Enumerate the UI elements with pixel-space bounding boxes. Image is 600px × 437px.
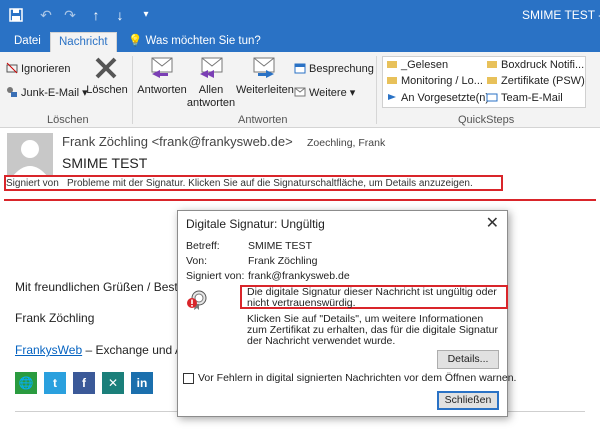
up-arrow-icon[interactable]: ↑	[88, 7, 104, 23]
loeschen-group-label: Löschen	[47, 114, 89, 126]
quickstep-item[interactable]: Monitoring / Lo...	[386, 74, 483, 87]
twitter-icon[interactable]: t	[44, 372, 66, 394]
forward-icon	[253, 57, 275, 78]
from-label: Von:	[186, 255, 208, 267]
quickstep-item[interactable]: Zertifikate (PSW)	[486, 74, 585, 87]
quickstep-label: Monitoring / Lo...	[401, 75, 483, 87]
tell-me-box[interactable]: 💡 Was möchten Sie tun?	[128, 32, 261, 51]
chevron-down-icon: ▾	[346, 87, 356, 99]
ignore-icon	[6, 62, 18, 74]
junk-label: Junk-E-Mail	[21, 87, 80, 99]
frankysweb-link[interactable]: FrankysWeb	[15, 343, 82, 357]
recipient: Zoechling, Frank	[307, 137, 386, 149]
from-value: Frank Zöchling	[248, 255, 318, 267]
folder-icon	[387, 61, 397, 68]
quickstep-label: _Gelesen	[401, 59, 449, 71]
signature-dialog: Digitale Signatur: Ungültig ✕ Betreff: S…	[177, 210, 516, 417]
tab-datei[interactable]: Datei	[6, 32, 49, 52]
delete-label: Löschen	[86, 84, 128, 96]
more-icon	[294, 87, 306, 97]
team-mail-icon	[486, 93, 498, 102]
quickstep-item[interactable]: An Vorgesetzte(n)	[386, 91, 489, 104]
folder-icon	[487, 61, 497, 68]
info-text: Klicken Sie auf "Details", um weitere In…	[247, 313, 498, 347]
reply-all-icon	[200, 57, 223, 78]
signed-label: Signiert von:	[186, 270, 245, 282]
message-subject: SMIME TEST	[62, 155, 148, 171]
divider	[4, 199, 596, 201]
quickstep-item[interactable]: Team-E-Mail	[486, 91, 563, 104]
warning-text: Die digitale Signatur dieser Nachricht i…	[247, 286, 497, 309]
avatar	[7, 133, 53, 177]
person-icon	[12, 140, 48, 177]
quicksteps-group-label: QuickSteps	[458, 114, 515, 126]
down-arrow-icon[interactable]: ↓	[112, 7, 128, 23]
reply-label: Antworten	[137, 84, 187, 96]
quickstep-label: An Vorgesetzte(n)	[401, 92, 490, 104]
facebook-icon[interactable]: f	[73, 372, 95, 394]
more-label: Weitere	[309, 87, 347, 99]
delete-icon	[95, 57, 117, 79]
linkedin-icon[interactable]: in	[131, 372, 153, 394]
globe-icon[interactable]: 🌐	[15, 372, 37, 394]
window-title: SMIME TEST - N	[522, 8, 600, 22]
close-icon[interactable]: ✕	[486, 213, 499, 233]
details-button[interactable]: Details...	[437, 350, 499, 369]
junk-button[interactable]: Junk-E-Mail ▾	[6, 86, 88, 99]
lightbulb-icon: 💡	[128, 35, 143, 47]
antworten-group-label: Antworten	[238, 114, 288, 126]
save-icon[interactable]	[8, 7, 24, 23]
customize-icon[interactable]: ▾	[138, 7, 154, 23]
body-name: Frank Zöchling	[15, 311, 95, 325]
group-separator	[132, 56, 133, 124]
ignore-label: Ignorieren	[21, 63, 71, 75]
junk-icon	[7, 87, 17, 97]
signature-label: Signiert von	[6, 178, 59, 189]
undo-icon[interactable]: ↶	[38, 7, 54, 23]
calendar-icon	[294, 63, 306, 74]
quickstep-item[interactable]: Boxdruck Notifi...	[486, 58, 584, 71]
body-link-suffix: – Exchange und Act	[82, 343, 193, 357]
folder-icon	[387, 77, 397, 84]
tab-nachricht[interactable]: Nachricht	[50, 32, 117, 52]
invalid-certificate-icon	[187, 290, 207, 310]
forward-label: Weiterleiten	[236, 84, 294, 96]
quickstep-label: Team-E-Mail	[501, 92, 563, 104]
body-link-line: FrankysWeb – Exchange und Act	[15, 343, 192, 357]
subject-label: Betreff:	[186, 240, 220, 252]
meeting-label: Besprechung	[309, 63, 374, 75]
reply-all-label: Allen antworten	[186, 84, 236, 110]
redo-icon[interactable]: ↷	[62, 7, 78, 23]
tell-me-label: Was möchten Sie tun?	[145, 35, 261, 47]
quickstep-label: Boxdruck Notifi...	[501, 59, 585, 71]
xing-icon[interactable]: ✕	[102, 372, 124, 394]
ribbon-tabs: Datei Nachricht 💡 Was möchten Sie tun?	[0, 32, 600, 52]
reply-all-line1: Allen	[198, 84, 224, 96]
quickstep-label: Zertifikate (PSW)	[501, 75, 585, 87]
group-separator	[376, 56, 377, 124]
warn-checkbox-label: Vor Fehlern in digital signierten Nachri…	[198, 372, 517, 384]
close-button[interactable]: Schließen	[437, 391, 499, 410]
forward-mail-icon	[388, 94, 396, 100]
reply-icon	[151, 57, 173, 78]
folder-icon	[487, 77, 497, 84]
ignore-button[interactable]: Ignorieren	[6, 62, 71, 75]
warn-checkbox[interactable]	[183, 373, 194, 384]
dialog-title: Digitale Signatur: Ungültig	[186, 217, 325, 231]
ribbon-body: Ignorieren Junk-E-Mail ▾ Löschen Löschen…	[0, 52, 600, 128]
outlook-window: ↶ ↷ ↑ ↓ ▾ SMIME TEST - N Datei Nachricht…	[0, 0, 600, 437]
meeting-button[interactable]: Besprechung	[294, 62, 374, 75]
subject-value: SMIME TEST	[248, 240, 312, 252]
quickstep-item[interactable]: _Gelesen	[386, 58, 448, 71]
reply-all-line2: antworten	[186, 97, 236, 109]
more-button[interactable]: Weitere ▾	[294, 86, 355, 99]
title-bar: ↶ ↷ ↑ ↓ ▾ SMIME TEST - N	[0, 0, 600, 32]
signature-message[interactable]: Probleme mit der Signatur. Klicken Sie a…	[67, 178, 473, 189]
signed-value: frank@frankysweb.de	[248, 270, 350, 282]
sender: Frank Zöchling <frank@frankysweb.de>	[62, 134, 293, 149]
body-greeting: Mit freundlichen Grüßen / Best r	[15, 280, 186, 294]
